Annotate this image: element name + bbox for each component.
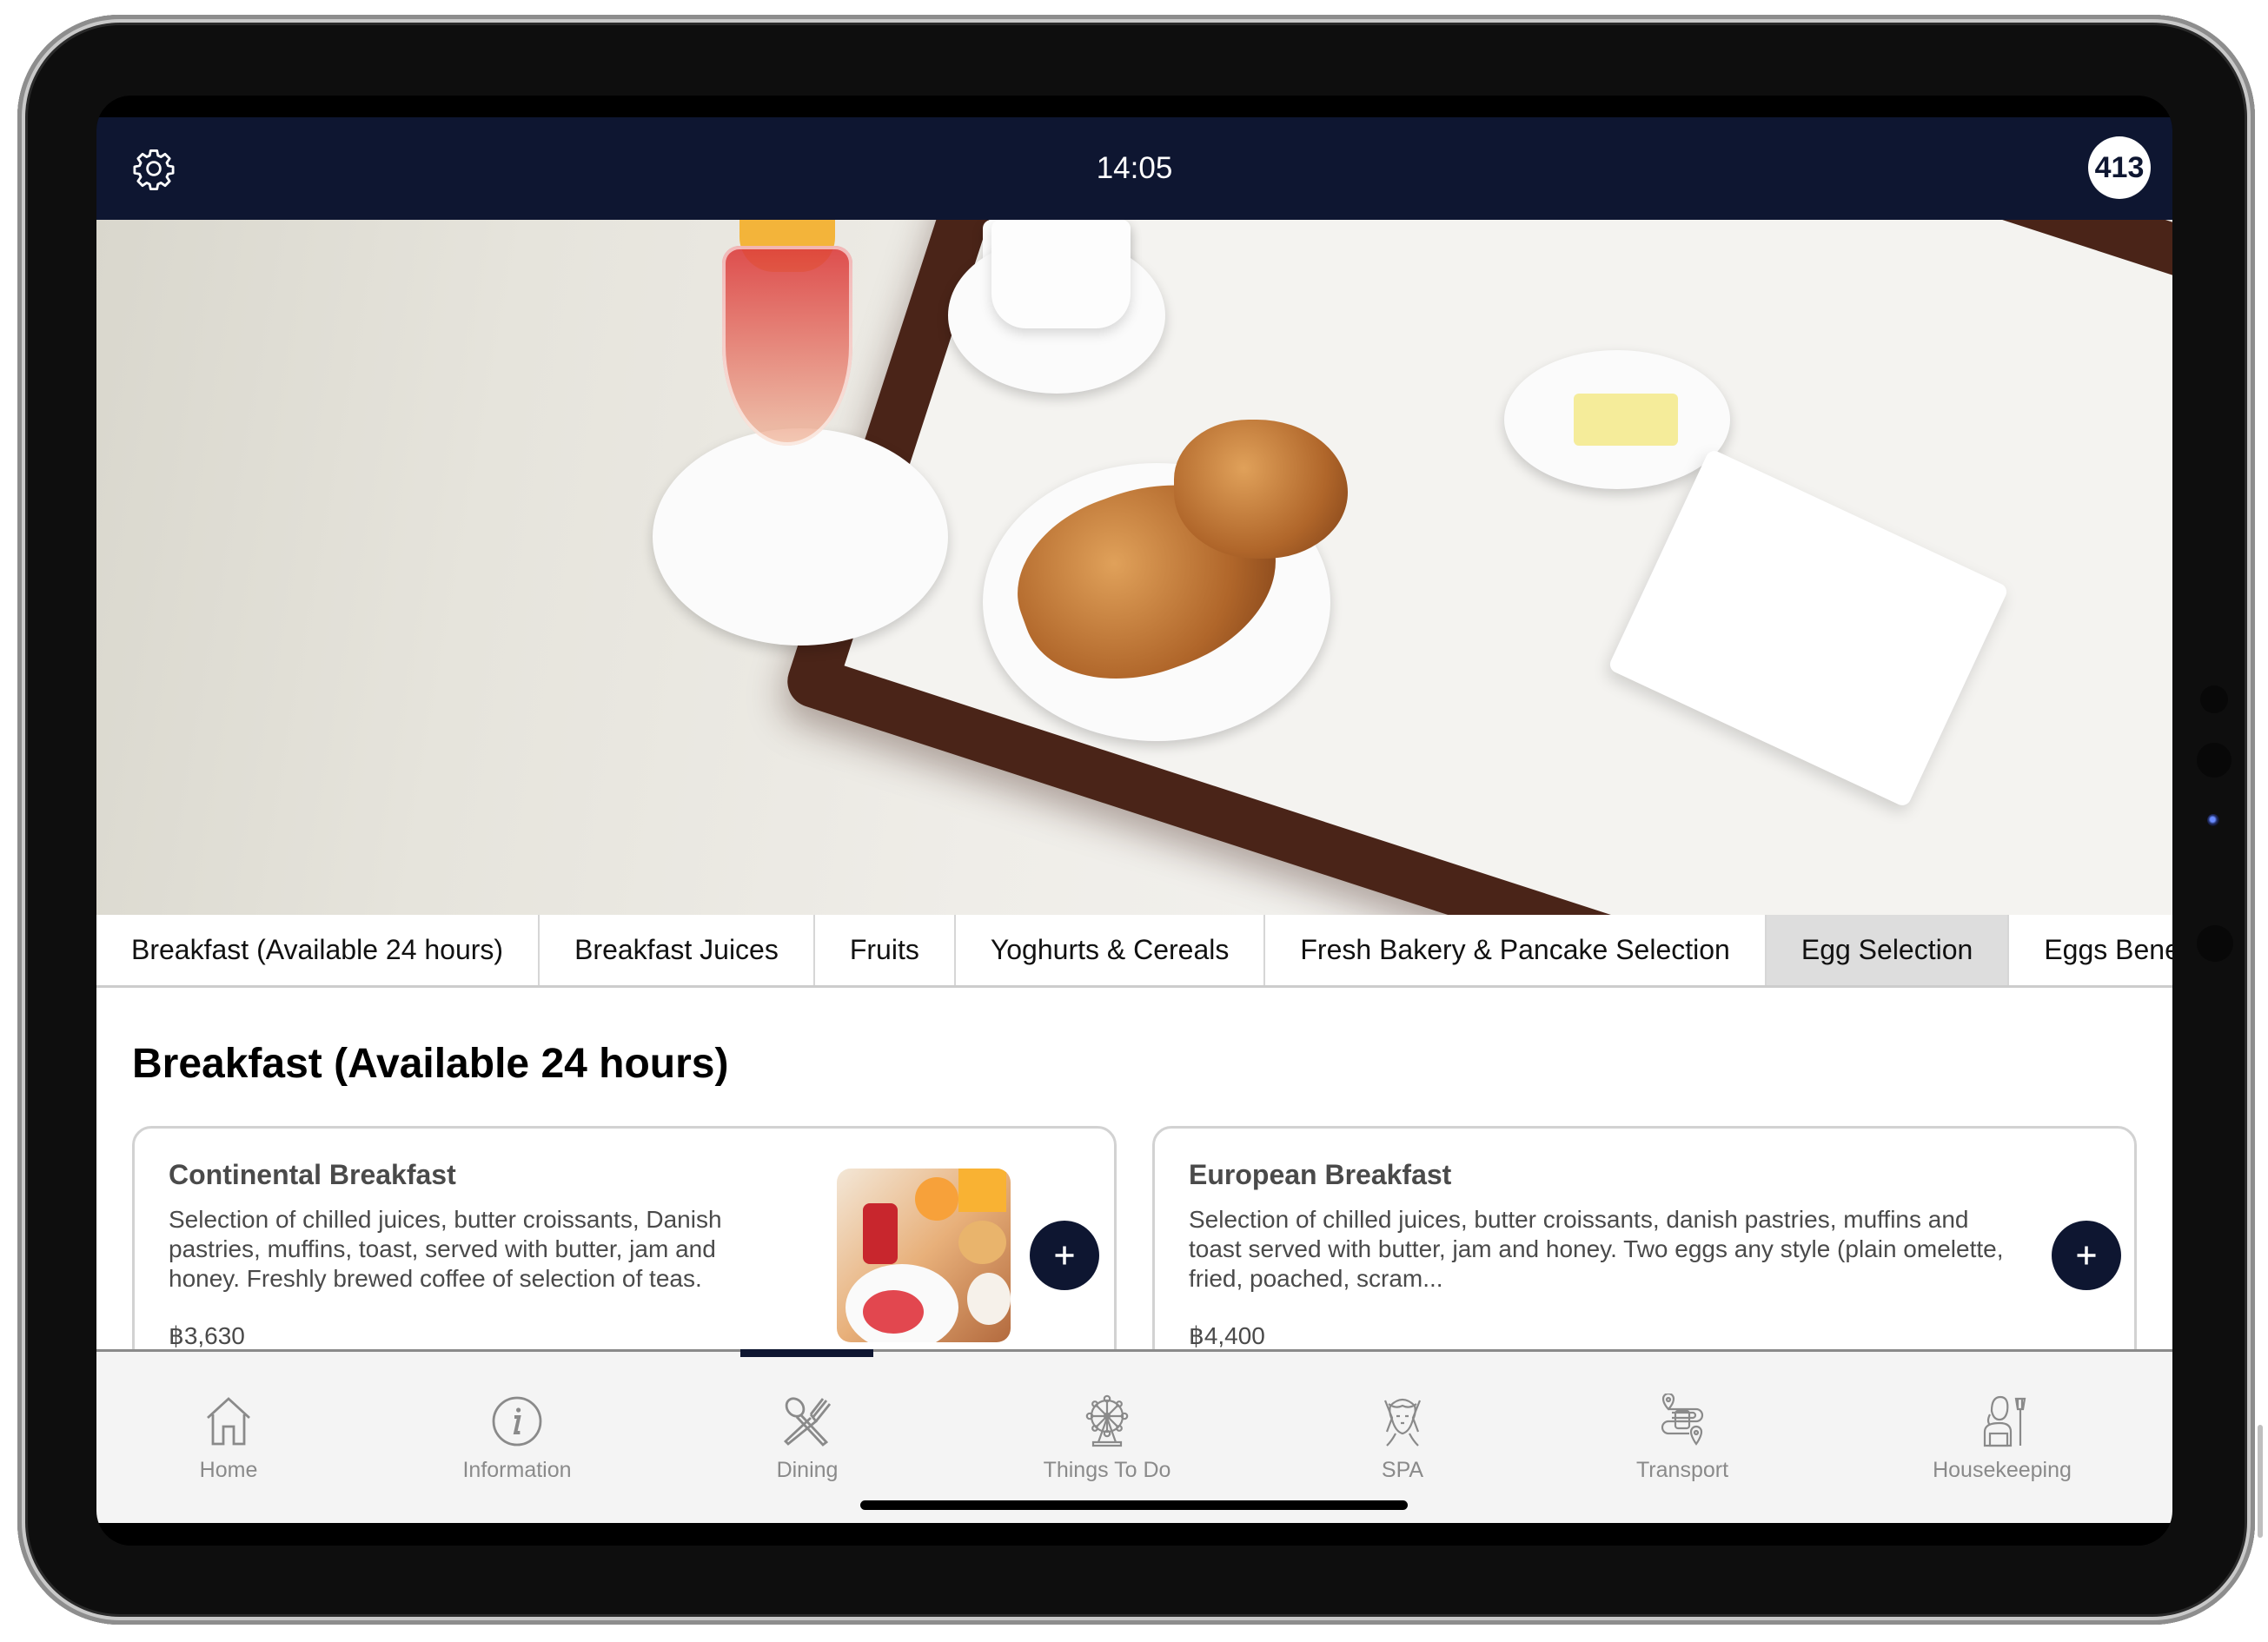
butter-shape: [1574, 394, 1678, 446]
front-sensor: [2197, 925, 2233, 962]
nav-home[interactable]: Home: [124, 1394, 333, 1483]
volume-button: [2258, 1425, 2263, 1538]
bottom-navigation: Home Information Dining Things To Do SPA…: [96, 1349, 2172, 1523]
nav-information[interactable]: Information: [413, 1394, 621, 1483]
section-title: Breakfast (Available 24 hours): [132, 1041, 729, 1087]
item-name: European Breakfast: [1189, 1159, 1452, 1190]
nav-spa[interactable]: SPA: [1298, 1394, 1507, 1483]
menu-content: Breakfast (Available 24 hours) Continent…: [96, 988, 2172, 1349]
plate-shape: [653, 428, 948, 646]
nav-label: Things To Do: [1043, 1458, 1171, 1482]
nav-label: Transport: [1635, 1458, 1729, 1482]
category-tabs: Breakfast (Available 24 hours) Breakfast…: [96, 915, 2172, 988]
nav-label: Dining: [776, 1458, 839, 1482]
item-thumbnail: [837, 1169, 1011, 1342]
app-screen: 14:05 413 Breakfast (Available 24 hours)…: [96, 96, 2172, 1546]
item-price: ฿4,400: [1189, 1322, 1265, 1349]
tab-breakfast[interactable]: Breakfast (Available 24 hours): [96, 915, 540, 985]
item-name: Continental Breakfast: [169, 1159, 456, 1190]
nav-dining[interactable]: Dining: [703, 1394, 912, 1483]
housekeeper-icon: [1983, 1395, 2026, 1447]
tab-yoghurts-cereals[interactable]: Yoghurts & Cereals: [956, 915, 1266, 985]
home-indicator[interactable]: [860, 1500, 1408, 1510]
hero-image: [96, 220, 2172, 915]
fruit-glass-shape: [722, 246, 852, 446]
front-sensor: [2200, 685, 2228, 713]
item-description: Selection of chilled juices, butter croi…: [1189, 1206, 2004, 1292]
fork-spoon-icon: [783, 1397, 832, 1447]
ferris-wheel-icon: [1085, 1394, 1129, 1447]
coffee-cup-shape: [991, 220, 1131, 328]
nav-housekeeping[interactable]: Housekeeping: [1898, 1394, 2106, 1483]
item-price: ฿3,630: [169, 1322, 245, 1349]
tab-breakfast-juices[interactable]: Breakfast Juices: [540, 915, 815, 985]
nav-things-to-do[interactable]: Things To Do: [1003, 1394, 1211, 1483]
clock: 14:05: [1096, 151, 1173, 185]
nav-label: Home: [199, 1458, 258, 1482]
active-tab-indicator: [740, 1349, 873, 1357]
tab-fruits[interactable]: Fruits: [815, 915, 956, 985]
nav-label: SPA: [1381, 1458, 1424, 1482]
tab-fresh-bakery[interactable]: Fresh Bakery & Pancake Selection: [1265, 915, 1767, 985]
nav-transport[interactable]: Transport: [1578, 1394, 1787, 1483]
top-bar: 14:05 413: [96, 117, 2172, 220]
plus-icon: [1055, 1246, 1074, 1265]
transport-route-icon: [1661, 1394, 1704, 1446]
menu-item-card[interactable]: European Breakfast Selection of chilled …: [1152, 1126, 2137, 1349]
tab-eggs-benedict[interactable]: Eggs Bene: [2009, 915, 2172, 985]
nav-label: Housekeeping: [1933, 1458, 2072, 1482]
info-icon: [492, 1396, 542, 1447]
front-camera: [2207, 814, 2219, 826]
add-to-cart-button[interactable]: [1030, 1221, 1099, 1290]
home-icon: [207, 1397, 250, 1446]
add-to-cart-button[interactable]: [2052, 1221, 2121, 1290]
status-bar: [96, 96, 2172, 117]
room-number-badge[interactable]: 413: [2088, 136, 2151, 199]
tab-egg-selection[interactable]: Egg Selection: [1766, 915, 2010, 985]
menu-item-card[interactable]: Continental Breakfast Selection of chill…: [132, 1126, 1117, 1349]
nav-label: Information: [462, 1458, 572, 1482]
plus-icon: [2077, 1246, 2096, 1265]
front-sensor: [2197, 743, 2232, 778]
item-description: Selection of chilled juices, butter croi…: [169, 1206, 722, 1292]
screen-bottom-bezel: [96, 1523, 2172, 1546]
spa-face-icon: [1383, 1398, 1422, 1447]
